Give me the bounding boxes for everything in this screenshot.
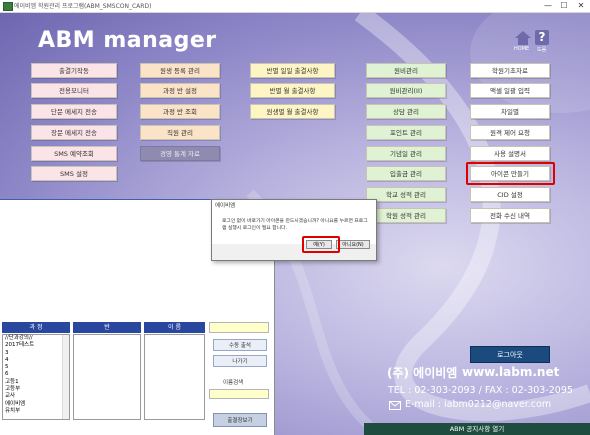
name-search-input[interactable] xyxy=(209,389,269,399)
sms-settings-button[interactable]: SMS 설정 xyxy=(31,166,117,181)
highlight-create-icon xyxy=(466,162,555,185)
remote-control-button[interactable]: 원격 제어 요청 xyxy=(470,125,550,140)
name-search-label: 이름검색 xyxy=(223,380,244,386)
student-monthly-attendance-button[interactable]: 원생별 월 출결사항 xyxy=(250,104,335,119)
close-button[interactable]: ✕ xyxy=(573,0,589,12)
course-column-header: 과 정 xyxy=(2,322,70,333)
status-box xyxy=(209,322,269,333)
help-icon[interactable]: ? xyxy=(535,30,549,45)
course-list-item[interactable]: 유치부 xyxy=(3,408,69,415)
attendance-view-button[interactable]: 출결장보기 xyxy=(213,413,267,427)
course-list-item[interactable]: 5 xyxy=(3,364,69,371)
daily-button[interactable]: 차일별 xyxy=(470,104,550,119)
academy-grades-button[interactable]: 학원 성적 관리 xyxy=(366,208,446,223)
class-list[interactable] xyxy=(73,334,141,420)
manual-attendance-button[interactable]: 수동 출석 xyxy=(213,339,267,351)
title-bar: 에이비엠 학원관리 프로그램(ABM_SMSCON_CARD) — ☐ ✕ xyxy=(0,0,590,13)
tuition-manage-2-button[interactable]: 원비관리(II) xyxy=(366,83,446,98)
exit-button[interactable]: 나가기 xyxy=(213,355,267,367)
call-history-button[interactable]: 전화 수신 내역 xyxy=(470,208,550,223)
app-window: 에이비엠 학원관리 프로그램(ABM_SMSCON_CARD) — ☐ ✕ AB… xyxy=(0,0,590,435)
course-class-setup-button[interactable]: 과정 반 설정 xyxy=(140,83,220,98)
contact-info: TEL : 02-303-2093 / FAX : 02-303-2095 xyxy=(388,385,573,396)
logout-button[interactable]: 로그아웃 xyxy=(470,346,550,363)
dialog-message: 로그인 없이 바로가기 아이콘을 만드시겠습니까? 아니요를 누르면 프로그램 … xyxy=(222,219,368,231)
home-icon[interactable] xyxy=(515,31,531,45)
staff-manage-button[interactable]: 직원 관리 xyxy=(140,125,220,140)
points-manage-button[interactable]: 포인트 관리 xyxy=(366,125,446,140)
school-grades-button[interactable]: 학교 성적 관리 xyxy=(366,187,446,202)
excel-bulk-input-button[interactable]: 액셀 일괄 입력 xyxy=(470,83,550,98)
brand-title: ABM manager xyxy=(38,28,217,53)
course-class-lookup-button[interactable]: 과정 반 조회 xyxy=(140,104,220,119)
course-list-item[interactable]: 2017테스트 xyxy=(3,342,69,349)
highlight-yes-button xyxy=(302,236,340,253)
dialog-no-button[interactable]: 아니요(N) xyxy=(336,240,370,249)
minimize-button[interactable]: — xyxy=(540,0,556,12)
website-link: www.labm.net xyxy=(462,365,560,379)
student-register-button[interactable]: 원생 등록 관리 xyxy=(140,63,220,78)
long-message-button[interactable]: 장문 메세지 전송 xyxy=(31,125,117,140)
class-column-header: 반 xyxy=(73,322,141,333)
class-daily-attendance-button[interactable]: 반별 일일 출결사항 xyxy=(250,63,335,78)
user-manual-button[interactable]: 사용 설명서 xyxy=(470,146,550,161)
help-label: 도움 xyxy=(537,47,547,53)
company-name: (주) 에이비엠 xyxy=(387,366,458,380)
email-address: E-mail : iabm0212@naver.com xyxy=(405,399,552,410)
counsel-manage-button[interactable]: 상담 관리 xyxy=(366,104,446,119)
academy-basic-data-button[interactable]: 학원기초자료 xyxy=(470,63,550,78)
course-list-item[interactable]: 3 xyxy=(3,350,69,357)
class-monthly-attendance-button[interactable]: 반별 월 출결사항 xyxy=(250,83,335,98)
dialog-title: 에이비엠 xyxy=(215,203,236,209)
notice-button[interactable]: ABM 공지사항 열기 xyxy=(364,423,590,435)
confirm-dialog: 에이비엠 로그인 없이 바로가기 아이콘을 만드시겠습니까? 아니요를 누르면 … xyxy=(211,199,377,261)
dedicated-monitor-button[interactable]: 전용모니터 xyxy=(31,83,117,98)
tuition-manage-button[interactable]: 원비관리 xyxy=(366,63,446,78)
course-list-item[interactable]: 고등1 xyxy=(3,379,69,386)
management-stats-button[interactable]: 경영 통계 자료 xyxy=(140,146,220,161)
course-list-item[interactable]: 4 xyxy=(3,357,69,364)
window-title: 에이비엠 학원관리 프로그램(ABM_SMSCON_CARD) xyxy=(14,3,152,10)
mail-icon xyxy=(389,401,401,410)
course-list-item[interactable]: 교사 xyxy=(3,393,69,400)
course-list[interactable]: //단과강의//2017테스트 3 4 5 6 고등1 고등부 교사 에이비엠 유치부 xyxy=(2,334,70,420)
name-column-header: 이 름 xyxy=(144,322,205,333)
cid-settings-button[interactable]: CID 설정 xyxy=(470,187,550,202)
maximize-button[interactable]: ☐ xyxy=(556,0,572,12)
attendance-device-button[interactable]: 출결기작동 xyxy=(31,63,117,78)
home-label: HOME xyxy=(514,46,530,52)
sms-reservation-button[interactable]: SMS 예약조회 xyxy=(31,146,117,161)
app-icon xyxy=(3,2,13,11)
course-list-item[interactable]: 에이비엠 xyxy=(3,401,69,408)
short-message-button[interactable]: 단문 메세지 전송 xyxy=(31,104,117,119)
anniversary-manage-button[interactable]: 기념일 관리 xyxy=(366,146,446,161)
name-list[interactable] xyxy=(144,334,205,420)
course-list-scrollbar[interactable] xyxy=(62,335,69,419)
course-list-item[interactable]: 6 xyxy=(3,371,69,378)
cash-flow-button[interactable]: 입출금 관리 xyxy=(366,166,446,181)
